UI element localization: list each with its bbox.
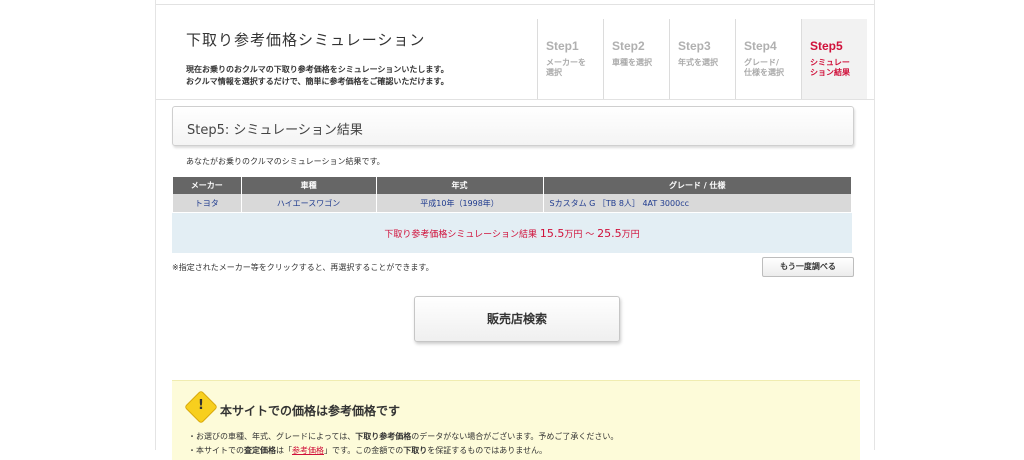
step-4: Step4 グレード/仕様を選択 <box>735 19 801 99</box>
model-link[interactable]: ハイエースワゴン <box>241 194 376 212</box>
section-heading: Step5: シミュレーション結果 <box>172 106 854 146</box>
page-title: 下取り参考価格シミュレーション <box>186 31 426 49</box>
price-low: 15.5 <box>539 227 565 240</box>
page-header: 下取り参考価格シミュレーション 現在お乗りのおクルマの下取り参考価格をシミュレー… <box>156 4 874 100</box>
section-title: Step5: シミュレーション結果 <box>187 123 363 138</box>
price-unit: 万円 <box>621 230 640 240</box>
notice-line-1: ・お選びの車種、年式、グレードによっては、下取り参考価格のデータがない場合がござ… <box>188 432 619 441</box>
grade-link[interactable]: Sカスタム G ［TB 8人］ 4AT 3000cc <box>543 194 851 212</box>
header-model: 車種 <box>241 177 376 194</box>
price-notice: ! 本サイトでの価格は参考価格です ・お選びの車種、年式、グレードによっては、下… <box>172 380 860 460</box>
header-maker: メーカー <box>173 177 241 194</box>
dealer-search-button[interactable]: 販売店検索 <box>414 296 620 342</box>
reselect-note: ※指定されたメーカー等をクリックすると、再選択することができます。 <box>172 263 434 272</box>
maker-link[interactable]: トヨタ <box>173 194 241 212</box>
year-link[interactable]: 平成10年（1998年） <box>376 194 543 212</box>
simulation-result: 下取り参考価格シミュレーション結果 15.5万円 ～ 25.5万円 <box>172 213 852 253</box>
step-1: Step1 メーカーを選択 <box>537 19 603 99</box>
intro-text: あなたがお乗りのクルマのシミュレーション結果です。 <box>186 157 385 166</box>
notice-line-2: ・本サイトでの査定価格は「参考価格」です。この金額での下取りを保証するものではあ… <box>188 446 547 455</box>
step-5-current: Step5 シミュレーション結果 <box>801 19 867 99</box>
notice-title: 本サイトでの価格は参考価格です <box>220 404 401 418</box>
header-description: 現在お乗りのおクルマの下取り参考価格をシミュレーションいたします。 おクルマ情報… <box>186 65 449 86</box>
selection-table: メーカー 車種 年式 グレード / 仕様 トヨタ ハイエースワゴン 平成10年（… <box>172 177 852 212</box>
header-year: 年式 <box>376 177 543 194</box>
exclamation-icon: ! <box>198 398 204 413</box>
step-indicator: Step1 メーカーを選択 Step2 車種を選択 Step3 年式を選択 St… <box>537 19 867 99</box>
price-high: 25.5 <box>597 227 622 240</box>
step-3: Step3 年式を選択 <box>669 19 735 99</box>
step-2: Step2 車種を選択 <box>603 19 669 99</box>
page-container: 下取り参考価格シミュレーション 現在お乗りのおクルマの下取り参考価格をシミュレー… <box>155 0 875 460</box>
header-grade: グレード / 仕様 <box>543 177 851 194</box>
search-again-button[interactable]: もう一度調べる <box>762 257 854 277</box>
